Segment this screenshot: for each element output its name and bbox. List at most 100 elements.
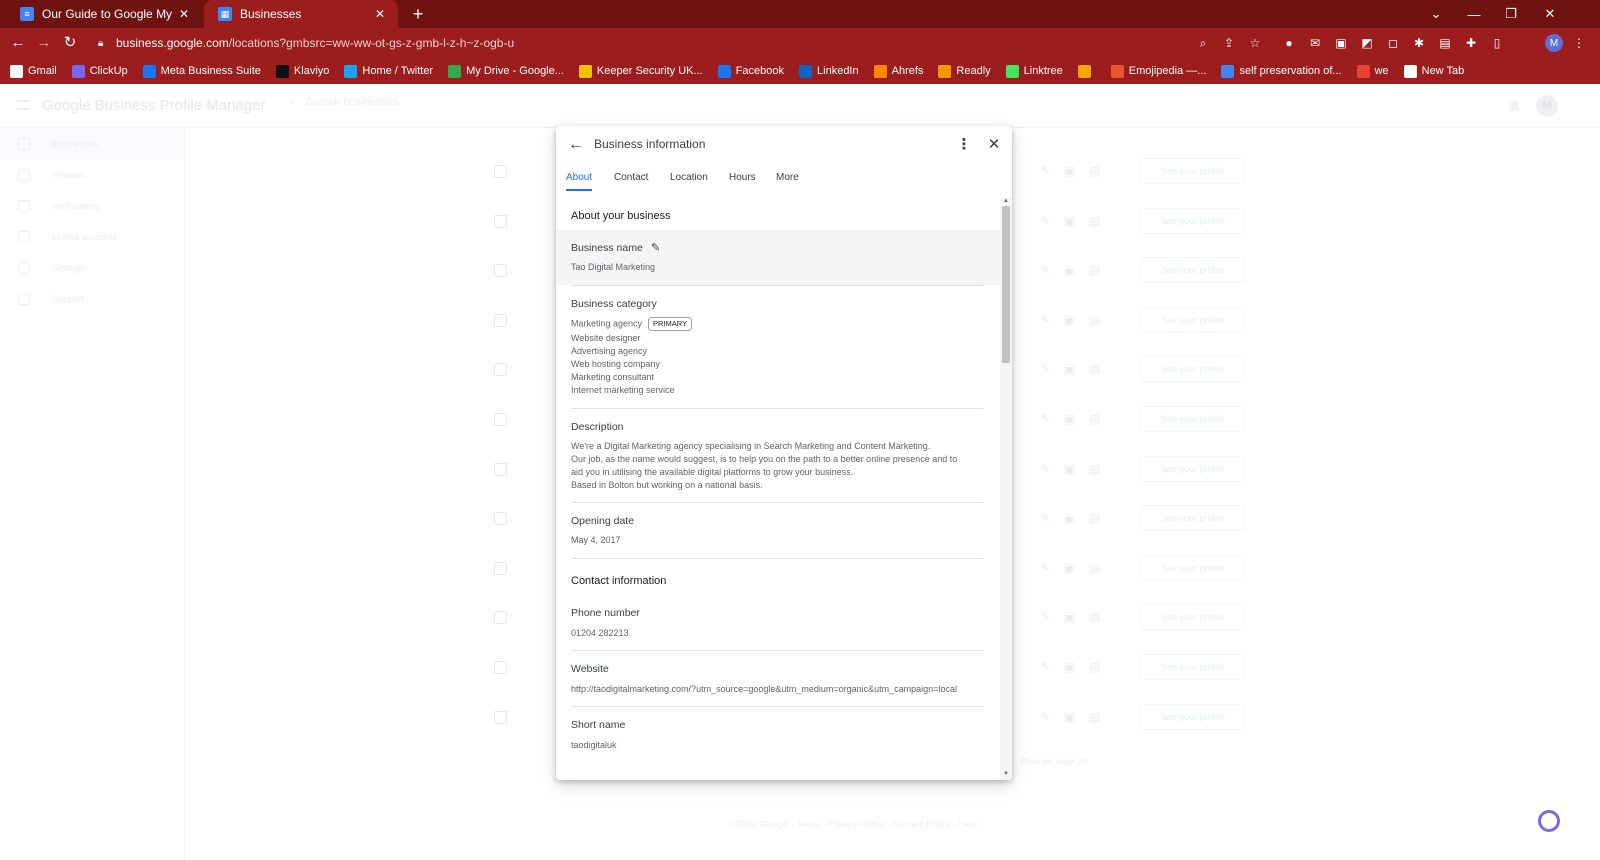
bookmark-item[interactable]: LinkedIn bbox=[799, 64, 859, 78]
extension-keeper-icon[interactable]: ● bbox=[1280, 34, 1298, 52]
new-tab-button[interactable]: + bbox=[408, 4, 428, 24]
see-your-profile-button[interactable]: See your profile bbox=[1140, 654, 1245, 680]
scroll-up-arrow-icon[interactable]: ▲ bbox=[1002, 198, 1010, 204]
see-your-profile-button[interactable]: See your profile bbox=[1140, 406, 1245, 432]
forward-arrow-icon[interactable]: → bbox=[34, 33, 54, 53]
row-actions-icon[interactable]: ✎▣▤ bbox=[1040, 561, 1115, 575]
sidebar-item-settings[interactable]: Settings bbox=[0, 252, 184, 283]
bookmark-item[interactable]: Facebook bbox=[717, 64, 784, 78]
bookmark-item[interactable]: we bbox=[1356, 64, 1389, 78]
business-category-field[interactable]: Business category Marketing agency PRIMAR… bbox=[556, 286, 1000, 408]
bookmark-item[interactable]: Keeper Security UK... bbox=[578, 64, 703, 78]
tab-search-dropdown-icon[interactable]: ⌄ bbox=[1418, 0, 1454, 28]
scroll-down-arrow-icon[interactable]: ▼ bbox=[1002, 770, 1010, 778]
phone-number-field[interactable]: Phone number 01204 282213 bbox=[556, 595, 1000, 650]
bookmark-star-icon[interactable]: ☆ bbox=[1246, 34, 1264, 52]
side-panel-icon[interactable]: ▯ bbox=[1488, 34, 1506, 52]
bookmark-item[interactable]: Meta Business Suite bbox=[142, 64, 261, 78]
close-tab-icon[interactable]: ✕ bbox=[176, 7, 192, 21]
close-icon[interactable]: ✕ bbox=[984, 135, 1004, 155]
sidebar-item-businesses[interactable]: Businesses bbox=[0, 128, 184, 159]
scrollbar-thumb[interactable] bbox=[1002, 206, 1010, 363]
see-your-profile-button[interactable]: See your profile bbox=[1140, 257, 1245, 284]
row-checkbox[interactable] bbox=[494, 165, 507, 178]
see-your-profile-button[interactable]: See your profile bbox=[1140, 455, 1245, 482]
extension-gmail-icon[interactable]: ✉ bbox=[1306, 34, 1324, 52]
bookmark-item[interactable]: Klaviyo bbox=[275, 64, 329, 78]
reload-icon[interactable]: ↻ bbox=[60, 33, 80, 53]
account-avatar[interactable]: M bbox=[1536, 95, 1558, 117]
row-checkbox[interactable] bbox=[494, 264, 507, 278]
back-arrow-icon[interactable]: ← bbox=[8, 33, 28, 53]
row-checkbox[interactable] bbox=[494, 214, 507, 228]
sidebar-item-linked-accounts[interactable]: Linked accounts bbox=[0, 221, 184, 252]
row-actions-icon[interactable]: ✎▣▤ bbox=[1040, 263, 1115, 277]
minimize-window-button[interactable]: — bbox=[1456, 0, 1492, 28]
dialog-scrollbar[interactable]: ▲ ▼ bbox=[1000, 198, 1012, 780]
more-options-icon[interactable]: ⋮ bbox=[954, 135, 974, 155]
bookmark-item[interactable]: Ahrefs bbox=[873, 64, 923, 78]
bookmark-item[interactable]: My Drive - Google... bbox=[448, 64, 564, 78]
extensions-puzzle-icon[interactable]: ✚ bbox=[1462, 34, 1480, 52]
row-checkbox[interactable] bbox=[494, 363, 507, 377]
extension-app-icon[interactable]: ▤ bbox=[1436, 34, 1454, 52]
extension-grid-icon[interactable]: ▣ bbox=[1332, 34, 1350, 52]
apps-grid-icon[interactable]: ▦ bbox=[1508, 98, 1522, 112]
address-bar[interactable]: 🔒︎ business.google.com/locations?gmbsrc=… bbox=[90, 31, 1278, 55]
share-icon[interactable]: ⇪ bbox=[1220, 34, 1238, 52]
bookmark-item[interactable]: New Tab bbox=[1403, 64, 1464, 78]
row-checkbox[interactable] bbox=[494, 561, 507, 575]
row-checkbox[interactable] bbox=[494, 661, 507, 674]
bookmark-item[interactable]: Home / Twitter bbox=[344, 64, 433, 78]
bookmark-item[interactable]: Gmail bbox=[10, 64, 57, 78]
tab-hours[interactable]: Hours bbox=[729, 172, 756, 189]
description-field[interactable]: Description We're a Digital Marketing ag… bbox=[556, 409, 1000, 503]
bookmark-item[interactable]: ClickUp bbox=[71, 64, 128, 78]
extension-square-icon[interactable]: ◻ bbox=[1384, 34, 1402, 52]
tab-about[interactable]: About bbox=[566, 172, 593, 191]
tab-location[interactable]: Location bbox=[670, 172, 708, 189]
browser-profile-avatar[interactable]: M bbox=[1545, 34, 1563, 52]
back-arrow-icon[interactable]: ← bbox=[566, 135, 586, 155]
tab-contact[interactable]: Contact bbox=[614, 172, 648, 189]
bookmark-item[interactable]: Emojipedia —... bbox=[1110, 64, 1206, 78]
bookmark-item[interactable] bbox=[1077, 64, 1096, 78]
extension-clickup-icon[interactable]: ✱ bbox=[1410, 34, 1428, 52]
row-actions-icon[interactable]: ✎▣▤ bbox=[1040, 313, 1115, 327]
row-actions-icon[interactable]: ✎▣▤ bbox=[1040, 412, 1115, 426]
clickup-floating-button[interactable] bbox=[1538, 810, 1560, 832]
see-your-profile-button[interactable]: See your profile bbox=[1140, 207, 1245, 234]
close-window-button[interactable]: ✕ bbox=[1532, 0, 1568, 28]
see-your-profile-button[interactable]: See your profile bbox=[1140, 703, 1245, 730]
tab-more[interactable]: More bbox=[776, 172, 799, 189]
extension-tool-icon[interactable]: ◩ bbox=[1358, 34, 1376, 52]
bookmark-item[interactable]: Linktree bbox=[1005, 64, 1063, 78]
edit-pencil-icon[interactable]: ✎ bbox=[651, 241, 660, 254]
row-actions-icon[interactable]: ✎▣▤ bbox=[1040, 462, 1115, 476]
restore-window-button[interactable]: ❐ bbox=[1493, 0, 1529, 28]
short-name-field[interactable]: Short name taodigitaluk bbox=[556, 707, 1000, 762]
see-your-profile-button[interactable]: See your profile bbox=[1140, 505, 1245, 532]
row-actions-icon[interactable]: ✎▣▤ bbox=[1040, 164, 1115, 178]
hamburger-menu-icon[interactable] bbox=[16, 100, 30, 110]
sidebar-item-support[interactable]: Support bbox=[0, 283, 184, 314]
row-actions-icon[interactable]: ✎▣▤ bbox=[1040, 362, 1115, 376]
row-actions-icon[interactable]: ✎▣▤ bbox=[1040, 511, 1115, 525]
business-name-field[interactable]: Business name ✎ Tao Digital Marketing bbox=[556, 230, 1000, 285]
sidebar-item-verifications[interactable]: Verifications bbox=[0, 190, 184, 221]
see-your-profile-button[interactable]: See your profile bbox=[1140, 356, 1245, 383]
row-checkbox[interactable] bbox=[494, 710, 507, 724]
row-checkbox[interactable] bbox=[494, 512, 507, 526]
bookmark-item[interactable]: self preservation of... bbox=[1221, 64, 1342, 78]
row-checkbox[interactable] bbox=[494, 413, 507, 426]
see-your-profile-button[interactable]: See your profile bbox=[1140, 554, 1245, 581]
bookmark-item[interactable]: Readly bbox=[938, 64, 991, 78]
search-businesses-field[interactable]: ⌕ Search businesses bbox=[290, 96, 398, 109]
sidebar-item-reviews[interactable]: Reviews bbox=[0, 159, 184, 190]
row-checkbox[interactable] bbox=[494, 313, 507, 327]
see-your-profile-button[interactable]: See your profile bbox=[1140, 306, 1245, 333]
row-actions-icon[interactable]: ✎▣▤ bbox=[1040, 710, 1115, 724]
row-checkbox[interactable] bbox=[494, 462, 507, 476]
see-your-profile-button[interactable]: See your profile bbox=[1140, 158, 1245, 184]
browser-tab-guide[interactable]: ≡ Our Guide to Google My Busines ✕ bbox=[6, 0, 202, 28]
